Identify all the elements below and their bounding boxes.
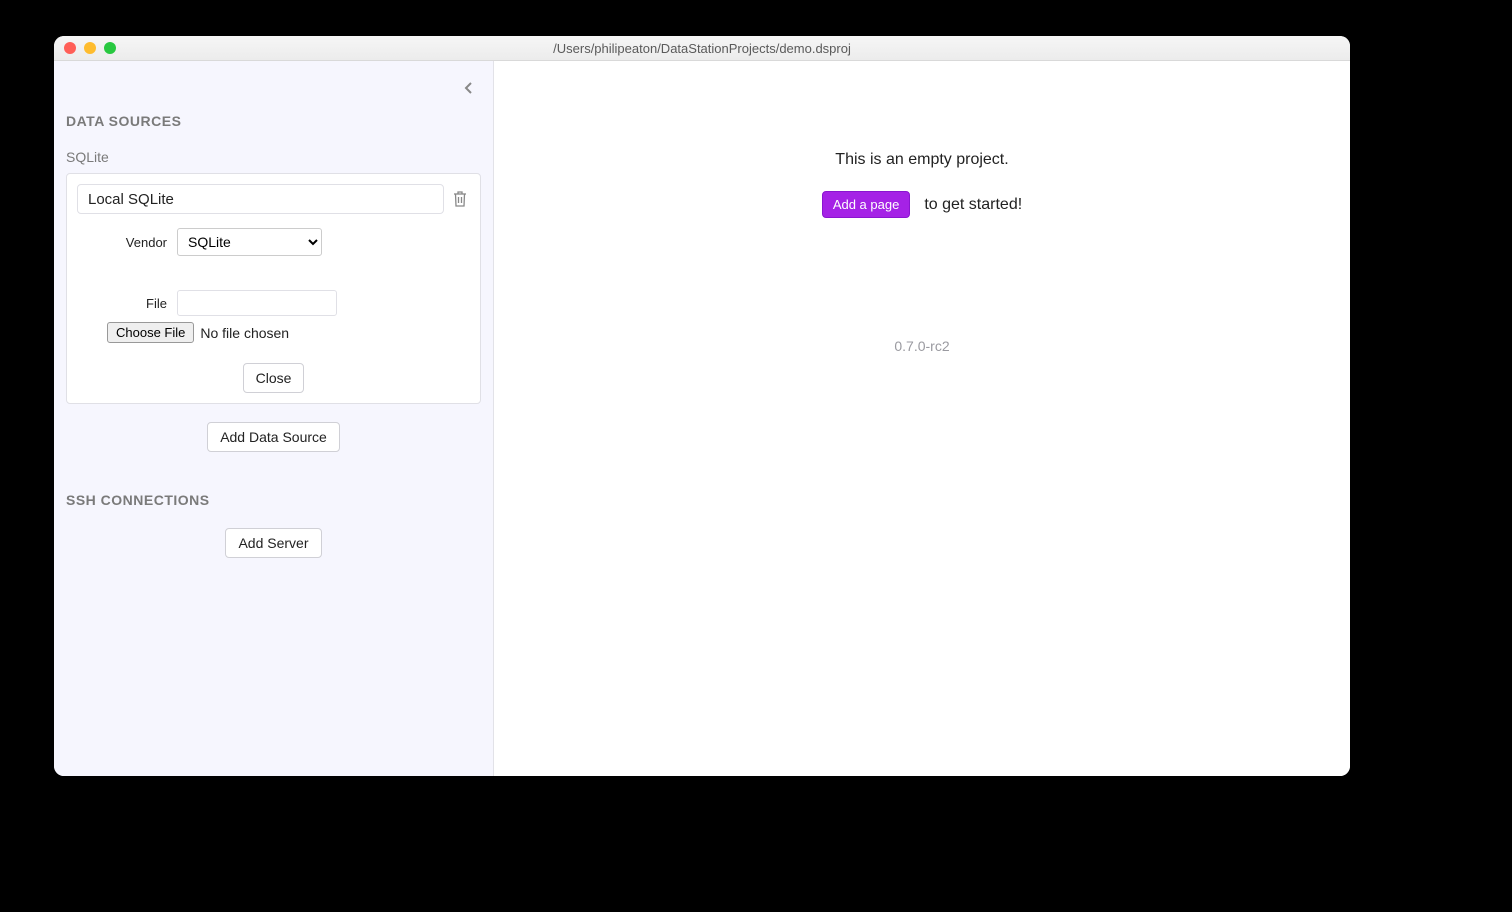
data-source-card: Vendor SQLite File Choose File No file c… [66, 173, 481, 404]
card-actions: Close [77, 363, 470, 393]
empty-project-message: This is an empty project. [835, 151, 1008, 169]
data-sources-actions: Add Data Source [66, 422, 481, 452]
add-page-button[interactable]: Add a page [822, 191, 911, 218]
file-chosen-text: No file chosen [200, 325, 289, 341]
file-path-input[interactable] [177, 290, 337, 316]
window-close-button[interactable] [64, 42, 76, 54]
add-data-source-button[interactable]: Add Data Source [207, 422, 340, 452]
window-minimize-button[interactable] [84, 42, 96, 54]
vendor-label: Vendor [77, 235, 167, 250]
choose-file-button[interactable]: Choose File [107, 322, 194, 343]
sidebar: DATA SOURCES SQLite [54, 61, 494, 776]
trash-icon[interactable] [452, 190, 470, 208]
vendor-select[interactable]: SQLite [177, 228, 322, 256]
version-label: 0.7.0-rc2 [894, 338, 949, 354]
window-title: /Users/philipeaton/DataStationProjects/d… [553, 41, 851, 56]
close-button[interactable]: Close [243, 363, 305, 393]
file-row: File [77, 290, 470, 316]
sidebar-collapse-button[interactable] [459, 75, 479, 103]
traffic-lights [64, 42, 116, 54]
app-window: /Users/philipeaton/DataStationProjects/d… [54, 36, 1350, 776]
titlebar: /Users/philipeaton/DataStationProjects/d… [54, 36, 1350, 61]
main-content: This is an empty project. Add a page to … [494, 61, 1350, 776]
add-server-button[interactable]: Add Server [225, 528, 321, 558]
data-source-type-label: SQLite [66, 149, 481, 165]
cta-suffix-text: to get started! [924, 196, 1022, 214]
file-chooser-row: Choose File No file chosen [107, 322, 470, 343]
data-sources-header: DATA SOURCES [66, 113, 481, 129]
cta-row: Add a page to get started! [822, 191, 1022, 218]
chevron-left-icon [464, 79, 474, 99]
window-maximize-button[interactable] [104, 42, 116, 54]
ssh-actions: Add Server [66, 528, 481, 558]
data-source-name-input[interactable] [77, 184, 444, 214]
data-source-title-row [77, 184, 470, 214]
vendor-row: Vendor SQLite [77, 228, 470, 256]
file-label: File [77, 296, 167, 311]
ssh-connections-header: SSH CONNECTIONS [66, 492, 481, 508]
app-body: DATA SOURCES SQLite [54, 61, 1350, 776]
